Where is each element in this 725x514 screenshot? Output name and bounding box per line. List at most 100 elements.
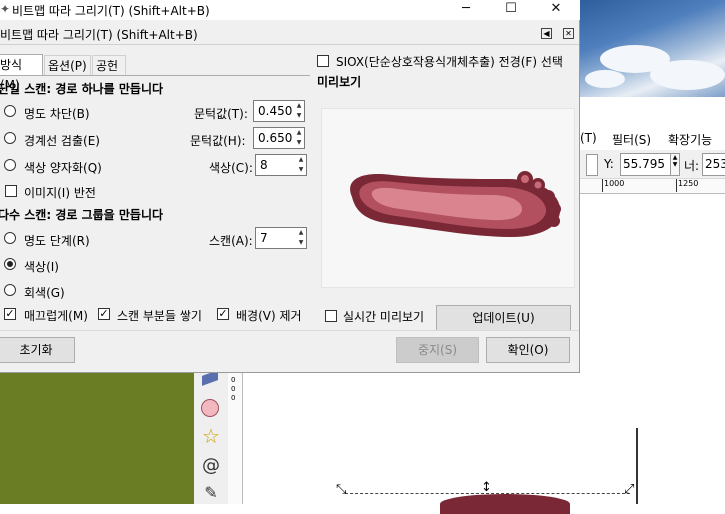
close-icon[interactable]: ✕ xyxy=(541,0,571,18)
w-value: 253. xyxy=(705,157,725,171)
left-ruler-tick: 0 xyxy=(231,385,236,393)
y-value: 55.795 xyxy=(623,157,665,171)
y-label: Y: xyxy=(604,157,614,171)
quant-colors-label: 색상(C): xyxy=(209,161,253,175)
invert-image-checkbox[interactable] xyxy=(5,185,17,197)
resize-handle-nw-icon[interactable]: ⤡ xyxy=(336,482,346,497)
quant-colors-value: 8 xyxy=(260,158,268,172)
spiral-tool-icon[interactable]: @ xyxy=(200,455,222,477)
desktop-area xyxy=(0,373,194,504)
x-spin-fragment[interactable] xyxy=(586,154,598,176)
remove-background-label[interactable]: 배경(V) 제거 xyxy=(236,307,302,324)
quant-colors-spin[interactable]: 8 ▲ ▼ xyxy=(255,154,307,176)
traced-foot-shape[interactable] xyxy=(440,494,570,514)
ruler-tick-1250: 1250 xyxy=(676,179,698,192)
brightness-threshold-value: 0.450 xyxy=(258,104,293,118)
single-scan-heading: 단일 스캔: 경로 하나를 만듭니다 xyxy=(0,82,164,96)
panel-close-icon[interactable]: ✕ xyxy=(563,28,574,39)
edge-threshold-value: 0.650 xyxy=(258,131,293,145)
spin-down-icon[interactable]: ▼ xyxy=(294,138,304,148)
update-button[interactable]: 업데이트(U) xyxy=(436,305,571,331)
colors-radio[interactable] xyxy=(4,258,16,270)
scans-value: 7 xyxy=(260,231,268,245)
top-ruler: 1000 1250 xyxy=(580,179,725,194)
w-field[interactable]: 253. xyxy=(702,153,725,176)
ok-button[interactable]: 확인(O) xyxy=(486,337,570,363)
grays-label[interactable]: 회색(G) xyxy=(24,284,65,301)
panel-back-icon[interactable]: ◀ xyxy=(541,28,552,39)
brightness-threshold-spin[interactable]: 0.450 ▲ ▼ xyxy=(253,100,305,122)
panel-title: 비트맵 따라 그리기(T) (Shift+Alt+B) xyxy=(0,28,198,42)
live-preview-checkbox[interactable] xyxy=(325,310,337,322)
window-titlebar[interactable]: ✦ 비트맵 따라 그리기(T) (Shift+Alt+B) ─ ☐ ✕ xyxy=(0,0,580,20)
spin-up-icon[interactable]: ▲ xyxy=(294,128,304,138)
scans-spin[interactable]: 7 ▲ ▼ xyxy=(255,227,307,249)
scans-label: 스캔(A): xyxy=(209,234,253,248)
pencil-tool-icon[interactable]: ✎ xyxy=(200,483,222,503)
resize-handle-n-icon[interactable]: ↕ xyxy=(481,480,492,495)
menu-item-extensions[interactable]: 확장기능 xyxy=(668,131,712,148)
stop-button[interactable]: 중지(S) xyxy=(396,337,479,363)
brightness-cutoff-label[interactable]: 명도 차단(B) xyxy=(24,105,90,122)
minimize-icon[interactable]: ─ xyxy=(451,0,481,18)
spin-down-icon[interactable]: ▼ xyxy=(296,238,306,248)
background-sky-image xyxy=(580,0,725,97)
tool-strip: ☆ @ ✎ xyxy=(194,370,229,504)
multi-scan-heading: 다수 스캔: 경로 그룹을 만듭니다 xyxy=(0,208,164,222)
siox-checkbox[interactable] xyxy=(317,55,329,67)
app-logo-icon: ✦ xyxy=(0,2,11,16)
stack-scans-checkbox[interactable]: ✓ xyxy=(98,308,110,320)
y-field[interactable]: 55.795 xyxy=(620,153,672,176)
brightness-cutoff-radio[interactable] xyxy=(4,105,16,117)
trace-preview xyxy=(321,108,575,288)
foot-preview-image xyxy=(350,171,561,237)
menu-item-partial[interactable]: (T) xyxy=(580,131,597,145)
spin-up-icon[interactable]: ▲ xyxy=(296,155,306,165)
stack-scans-label[interactable]: 스캔 부분들 쌓기 xyxy=(117,307,202,324)
brightness-threshold-label: 문턱값(T): xyxy=(194,107,248,121)
spin-up-icon[interactable]: ▲ xyxy=(296,228,306,238)
brightness-steps-radio[interactable] xyxy=(4,232,16,244)
tab-divider xyxy=(0,75,310,76)
edge-detection-radio[interactable] xyxy=(4,132,16,144)
invert-image-label[interactable]: 이미지(I) 반전 xyxy=(24,184,96,201)
tab-options[interactable]: 옵션(P) xyxy=(44,55,91,75)
background-toolbar: Y: 55.795 ▲▼ 너: 253. xyxy=(580,150,725,179)
colors-label[interactable]: 색상(I) xyxy=(24,258,59,275)
spin-down-icon[interactable]: ▼ xyxy=(294,111,304,121)
spin-down-icon[interactable]: ▼ xyxy=(296,165,306,175)
live-preview-label[interactable]: 실시간 미리보기 xyxy=(343,308,424,325)
left-ruler-tick: 0 xyxy=(231,376,236,384)
preview-label: 미리보기 xyxy=(317,75,362,89)
ruler-tick-1000: 1000 xyxy=(602,179,624,192)
ellipse-tool-icon[interactable] xyxy=(201,399,219,417)
brightness-steps-label[interactable]: 명도 단계(R) xyxy=(24,232,90,249)
grays-radio[interactable] xyxy=(4,284,16,296)
w-label: 너: xyxy=(684,159,700,173)
smooth-checkbox[interactable]: ✓ xyxy=(4,308,16,320)
y-stepper[interactable]: ▲ ▼ xyxy=(670,153,680,176)
tab-credits-label: 공헌 xyxy=(96,59,119,73)
menu-item-filters[interactable]: 필터(S) xyxy=(612,131,651,148)
left-ruler-tick: 0 xyxy=(231,394,236,402)
background-menubar: (T) 필터(S) 확장기능 xyxy=(580,127,725,149)
remove-background-checkbox[interactable]: ✓ xyxy=(217,308,229,320)
siox-label[interactable]: SIOX(단순상호작용식개체추출) 전경(F) 선택 xyxy=(336,53,563,70)
edge-threshold-spin[interactable]: 0.650 ▲ ▼ xyxy=(253,127,305,149)
panel-header: 비트맵 따라 그리기(T) (Shift+Alt+B) ◀ ✕ xyxy=(0,22,579,45)
tab-mode[interactable]: 방식(M) xyxy=(0,54,43,92)
reset-button[interactable]: 초기화 xyxy=(0,337,75,363)
spin-up-icon[interactable]: ▲ xyxy=(294,101,304,111)
star-tool-icon[interactable]: ☆ xyxy=(200,425,222,447)
color-quantization-radio[interactable] xyxy=(4,159,16,171)
tab-credits[interactable]: 공헌 xyxy=(92,55,126,75)
window-title: 비트맵 따라 그리기(T) (Shift+Alt+B) xyxy=(12,4,210,18)
tab-options-label: 옵션(P) xyxy=(48,59,87,73)
maximize-icon[interactable]: ☐ xyxy=(496,0,526,18)
resize-handle-ne-icon[interactable]: ⤢ xyxy=(624,482,634,497)
left-ruler: 0 0 0 xyxy=(228,373,243,504)
smooth-label[interactable]: 매끄럽게(M) xyxy=(24,307,88,324)
edge-detection-label[interactable]: 경계선 검출(E) xyxy=(24,132,100,149)
canvas-edge xyxy=(636,428,638,504)
color-quantization-label[interactable]: 색상 양자화(Q) xyxy=(24,159,102,176)
